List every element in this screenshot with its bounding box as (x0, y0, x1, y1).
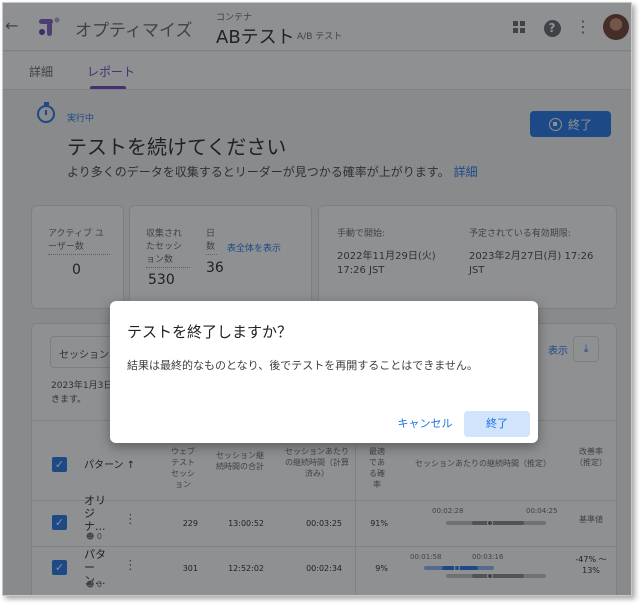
app-window: ← オプティマイズ コンテナ ABテスト A/B テスト ? ⋮ 詳細 レポート… (2, 2, 632, 596)
modal-scrim[interactable] (3, 3, 631, 595)
dialog-body: 結果は最終的なものとなり、後でテストを再開することはできません。 (127, 359, 478, 372)
dialog-title: テストを終了しますか？ (127, 323, 293, 341)
confirm-end-button[interactable]: 終了 (464, 411, 530, 437)
end-experiment-dialog: テストを終了しますか？ 結果は最終的なものとなり、後でテストを再開することはでき… (110, 301, 538, 443)
cancel-button[interactable]: キャンセル (390, 411, 460, 437)
